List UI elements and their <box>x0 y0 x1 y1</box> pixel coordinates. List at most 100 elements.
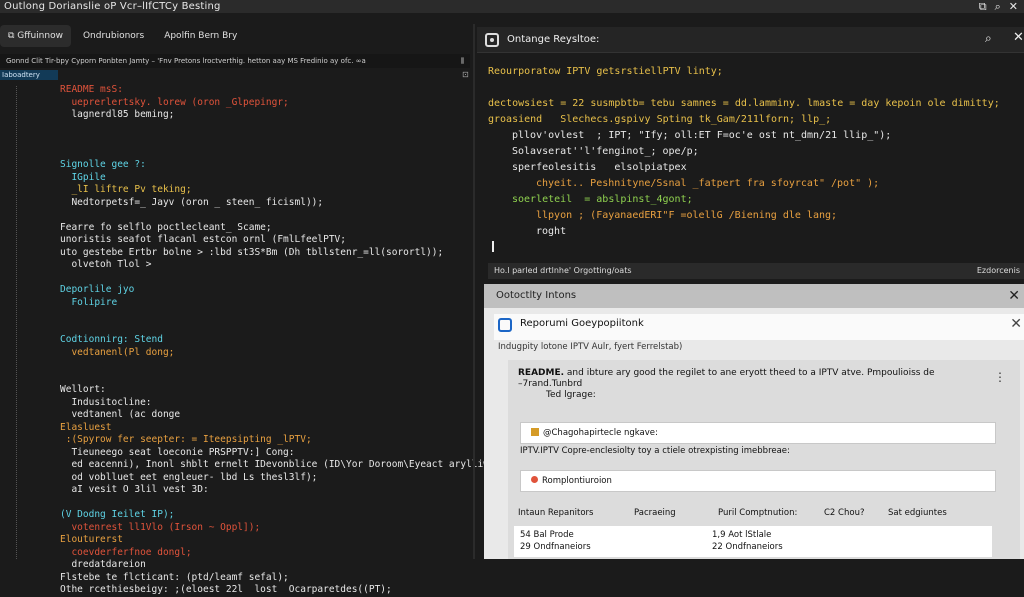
code-line: vedtanenl (ac donge <box>60 409 181 420</box>
readme-text: README. and ibture ary good the regilet … <box>518 368 938 401</box>
table-row[interactable]: 29 Ondfnaneiors 22 Ondfnaneiors <box>514 542 992 555</box>
split-editor-icon[interactable]: ⫼ <box>461 54 464 68</box>
code-line: IGpile <box>60 171 106 183</box>
tab-2[interactable]: Apolfin Bern Bry <box>156 25 245 47</box>
text-cursor <box>492 241 494 252</box>
close-icon[interactable]: ✕ <box>1009 0 1018 13</box>
code-line: roght <box>536 226 567 237</box>
table-column-header[interactable]: Puril Comptnution: <box>718 508 797 518</box>
code-line: Elouturerst <box>60 534 123 545</box>
right-pane-title: Ontange Reysltoe: <box>507 34 600 45</box>
code-line: dectowsiest = 22 susmpbtb= tebu samnes =… <box>488 98 1000 109</box>
tab-label: Ondrubionors <box>82 31 145 41</box>
readme-bold: README. <box>518 368 565 378</box>
data-table: 54 Bal Prode 1,9 Aot lStlale 29 Ondfnaneio… <box>514 526 992 557</box>
status-right: Ezdorcenis <box>976 266 1020 275</box>
table-column-header[interactable]: Pacraeing <box>634 508 676 518</box>
right-pane-code[interactable]: Reourporatow IPTV getsrstiellPTV linty; d… <box>488 65 1018 241</box>
code-line: Signolle gee ?: <box>60 159 146 170</box>
window-titlebar: Outlong Dorianslie oP Vcr–lIfCTCy Bestin… <box>0 0 1024 13</box>
code-line: _lI liftre Pv teking; <box>60 184 192 195</box>
table-column-header[interactable]: C2 Chou? <box>824 508 864 518</box>
right-pane-header: Ontange Reysltoe: ⌕ ✕ <box>477 27 1024 53</box>
code-line: groasiend Slechecs.gspivy Spting tk_Gam/… <box>488 114 832 125</box>
card-subtitle: Indugpity lotone IPTV Aulr, fyert Ferrel… <box>498 342 683 352</box>
tab-0[interactable]: ⧉ Gffuinnow <box>0 25 71 47</box>
card-header: Reporumi Goeypopiitonk ✕ <box>494 314 1024 340</box>
window-title: Outlong Dorianslie oP Vcr–lIfCTCy Bestin… <box>4 1 221 12</box>
code-line: votenrest ll1Vlo (Irson ~ Oppl]); <box>60 521 261 533</box>
camera-icon <box>485 33 499 47</box>
code-line: Deporlile jyo <box>60 284 135 295</box>
code-line: unoristis seafot flacanl estcon ornl (Fm… <box>60 234 346 245</box>
close-icon[interactable]: ✕ <box>1013 30 1024 45</box>
table-cell: 54 Bal Prode <box>520 530 574 540</box>
editor-tabs: ⧉ Gffuinnow Ondrubionors Apolfin Bern Bry <box>0 24 470 48</box>
app-icon <box>498 318 512 332</box>
primary-input[interactable]: @Chagohapirtecle ngkave: <box>520 422 996 444</box>
table-header: Intaun Repanitors Pacraeing Puril Comptnut… <box>508 508 1020 524</box>
code-line: ueprerlertsky. lorew (oron _Glpepingr; <box>60 96 289 108</box>
code-line: Folipire <box>60 296 118 308</box>
code-line: coevderferfnoe dongl; <box>60 546 192 558</box>
code-line: Tieuneego seat loeconie PRSPPTV:] Cong: <box>60 446 295 458</box>
code-editor[interactable]: README msS: ueprerlertsky. lorew (oron _… <box>60 84 500 597</box>
breadcrumb-text: Gonnd Clit Tir-bpy Cyporn Ponbten Jamty … <box>6 57 366 65</box>
readme-rest: and ibture ary good the regilet to ane e… <box>518 368 935 389</box>
pane-divider[interactable] <box>473 24 475 559</box>
tab-1[interactable]: Ondrubionors <box>75 25 152 47</box>
code-line: vedtanenl(Pl dong; <box>60 346 175 358</box>
tab-label: ⧉ Gffuinnow <box>8 31 63 41</box>
readme-sub: Ted lgrage: <box>546 390 596 400</box>
card-title: Reporumi Goeypopiitonk <box>520 318 644 329</box>
close-icon[interactable]: ✕ <box>1008 284 1020 308</box>
code-line: pllov'ovlest ; IPT; "Ify; oll:ET F=oc'e … <box>512 130 892 141</box>
more-options-icon[interactable]: ⋮ <box>994 370 1006 384</box>
close-icon[interactable]: ✕ <box>1010 316 1022 332</box>
status-dot-icon <box>531 476 538 483</box>
code-line: olvetoh Tlol > <box>60 259 152 270</box>
secondary-input[interactable]: Romplontiuroion <box>520 470 996 492</box>
code-line: :(Spyrow fer seepter: = Iteepsipting _lP… <box>60 434 312 445</box>
code-line: Codtionnirg: Stend <box>60 334 163 345</box>
code-line: Othe rcethiesbeigy: ;(eloest 22l lost Oc… <box>60 584 392 595</box>
table-cell: 22 Ondfnaneiors <box>712 542 783 552</box>
code-line: sperfeolesitis elsolpiatpex <box>512 162 687 173</box>
table-column-header[interactable]: Sat edgiuntes <box>888 508 947 518</box>
card-body: README. and ibture ary good the regilet … <box>508 360 1020 559</box>
code-line: llpyon ; (FayanaedERI"F =olellG /Biening… <box>536 210 838 221</box>
code-line: aI vesit O 3lil vest 3D: <box>60 484 209 495</box>
search-icon[interactable]: ⌕ <box>985 31 992 46</box>
code-line: od voblluet eet engleuer- lbd Ls thesl3l… <box>60 471 318 483</box>
code-line: Indusitocline: <box>60 396 152 408</box>
editor-gutter <box>16 86 18 559</box>
secondary-input-value: Romplontiuroion <box>542 476 612 486</box>
status-line: Ho.l parled drtlnhe' Orgotting/oats Ezdo… <box>488 263 1024 279</box>
search-icon[interactable]: ⌕ <box>995 0 1001 13</box>
secondary-label: IPTV.IPTV Copre-enclesiolty toy a ctiele… <box>520 446 790 456</box>
status-left: Ho.l parled drtlnhe' Orgotting/oats <box>494 266 632 275</box>
code-line: uto gestebe Ertbr bolne > :lbd st3S*Bm (… <box>60 246 444 258</box>
code-line: soerleteil = abslpinst_4gont; <box>512 194 693 205</box>
dialog-title: Ootoctlty Intons <box>496 290 577 301</box>
window-restore-icon[interactable]: ⧉ <box>979 0 987 13</box>
code-line: Reourporatow IPTV getsrstiellPTV linty; <box>488 66 723 77</box>
table-column-header[interactable]: Intaun Repanitors <box>518 508 593 518</box>
table-cell: 29 Ondfnaneiors <box>520 542 591 552</box>
panel-toggle-icon[interactable]: ⊡ <box>462 70 469 79</box>
code-line: (V Dodng Ieilet IP); <box>60 509 175 520</box>
code-line: dredatdareion <box>60 559 146 570</box>
code-line: Wellort: <box>60 384 106 395</box>
code-line: chyeit.. Peshnityne/Ssnal _fatpert fra s… <box>536 178 880 189</box>
code-line: Fearre fo selflo poctlecleant_ Scame; <box>60 221 272 233</box>
tab-label: Apolfin Bern Bry <box>164 31 238 41</box>
